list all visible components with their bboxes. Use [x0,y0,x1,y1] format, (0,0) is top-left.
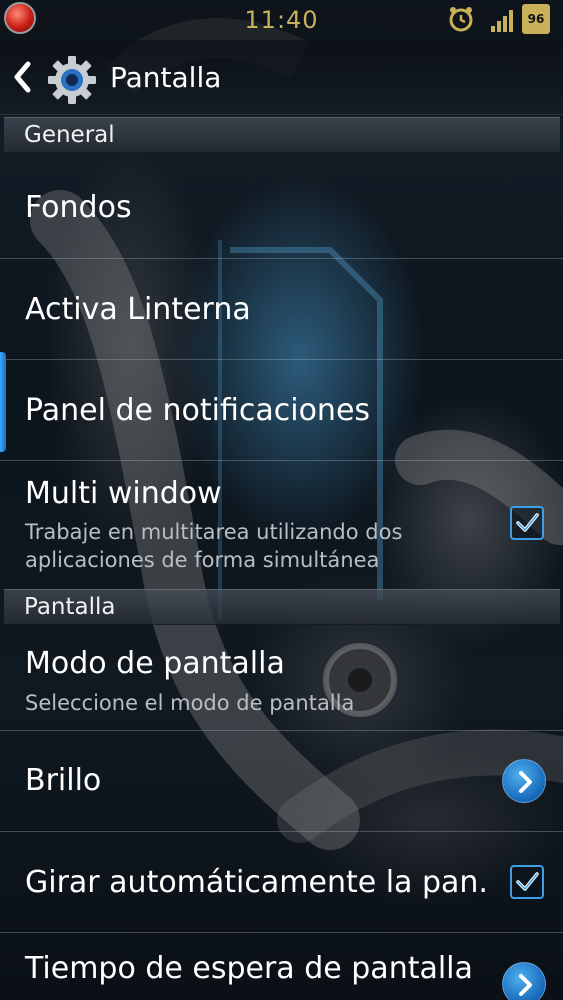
chevron-right-icon [519,771,532,793]
section-header-general: General [4,117,560,153]
item-title-fondos: Fondos [25,190,132,225]
item-title-modo: Modo de pantalla [25,646,285,681]
item-title-brillo: Brillo [25,763,102,798]
item-title-tiempo: Tiempo de espera de pantalla [25,951,473,986]
battery-icon: 96 [522,4,550,34]
list-item-linterna[interactable]: Activa Linterna [0,259,563,359]
tiempo-arrow-button[interactable] [502,962,546,1000]
item-subtitle-multiwindow-line1: Trabaje en multitarea utilizando dos [25,520,403,544]
item-title-girar: Girar automáticamente la pan. [25,865,488,900]
list-item-brillo[interactable]: Brillo [0,731,563,831]
signal-icon [491,10,513,32]
alarm-icon [449,7,473,32]
section-label-pantalla: Pantalla [24,594,116,620]
battery-level: 96 [527,12,545,26]
section-header-pantalla: Pantalla [4,589,560,625]
list-item-girar[interactable]: Girar automáticamente la pan. [0,832,563,932]
section-label-general: General [24,122,115,148]
multi-window-checkbox[interactable] [510,506,544,540]
list-item-multi-window[interactable]: Multi window Trabaje en multitarea utili… [0,461,563,587]
chevron-right-icon [519,974,532,996]
status-time: 11:40 [244,6,319,34]
settings-gear-icon[interactable] [46,54,98,106]
checkmark-icon [516,513,539,532]
status-bar: 11:40 96 [0,0,563,40]
item-subtitle-modo: Seleccione el modo de pantalla [25,691,355,715]
item-title-linterna: Activa Linterna [25,292,251,327]
auto-rotate-checkbox[interactable] [510,865,544,899]
item-title-panel: Panel de notificaciones [25,393,371,428]
item-subtitle-multiwindow-line2: aplicaciones de forma simultánea [25,548,380,572]
list-item-modo-pantalla[interactable]: Modo de pantalla Seleccione el modo de p… [0,626,563,730]
back-chevron-icon[interactable] [12,60,32,94]
list-item-tiempo-espera[interactable]: Tiempo de espera de pantalla [0,933,563,1000]
checkmark-icon [516,872,539,891]
list-item-panel-notificaciones[interactable]: Panel de notificaciones [0,360,563,460]
page-title: Pantalla [110,61,222,94]
list-item-fondos[interactable]: Fondos [0,154,563,258]
item-title-multiwindow: Multi window [25,476,222,511]
brillo-arrow-button[interactable] [502,759,546,803]
